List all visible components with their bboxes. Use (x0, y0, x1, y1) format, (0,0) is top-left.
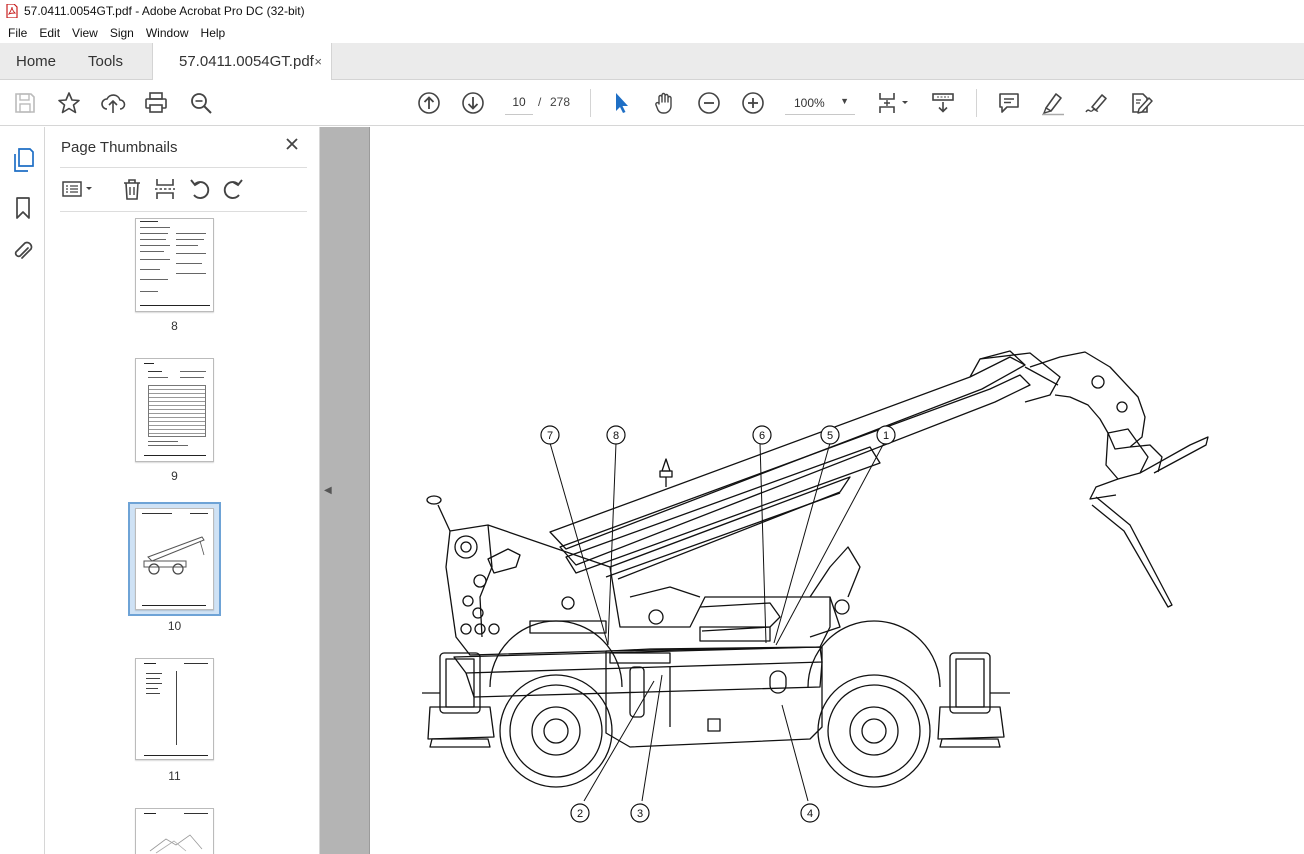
toolbar-divider (590, 89, 591, 117)
telehandler-drawing: 1 2 3 4 5 6 7 8 (422, 350, 1209, 823)
thumbnail-page-number: 10 (167, 619, 182, 633)
callout-3: 3 (637, 808, 643, 820)
callout-2: 2 (577, 808, 583, 820)
tab-document-label: 57.0411.0054GT.pdf (179, 53, 314, 70)
hand-icon[interactable] (652, 90, 678, 116)
upload-icon[interactable] (100, 90, 126, 116)
comment-icon[interactable] (996, 90, 1022, 116)
attachment-icon[interactable] (11, 239, 35, 265)
menu-view[interactable]: View (66, 26, 104, 40)
tab-bar: Home Tools 57.0411.0054GT.pdf × (0, 43, 1304, 80)
chevron-down-icon: ▼ (840, 96, 849, 106)
panel-title: Page Thumbnails (61, 139, 178, 156)
title-bar: 57.0411.0054GT.pdf - Adobe Acrobat Pro D… (0, 0, 1304, 22)
select-arrow-icon[interactable] (608, 90, 634, 116)
page-total: 278 (550, 95, 571, 109)
zoom-in-icon[interactable] (740, 90, 766, 116)
menu-help[interactable]: Help (195, 26, 232, 40)
thumbnail-page-number: 9 (171, 469, 178, 483)
close-panel-icon[interactable] (285, 137, 299, 151)
tab-tools[interactable]: Tools (88, 43, 123, 80)
thumbnail-page-number: 11 (168, 769, 181, 783)
page-thumbnail[interactable] (135, 508, 214, 610)
zoom-level-value: 100% (794, 96, 825, 110)
collapse-panel-icon[interactable]: ◀ (324, 485, 332, 496)
thumbnails-panel: Page Thumbnails 8 9 10 11 (45, 127, 357, 854)
page-thumbnail[interactable] (135, 808, 214, 854)
delete-page-icon[interactable] (120, 177, 144, 201)
options-menu-icon[interactable] (61, 177, 97, 201)
rotate-left-icon[interactable] (188, 177, 212, 201)
page-up-icon[interactable] (416, 90, 442, 116)
edit-pdf-icon[interactable] (1128, 90, 1154, 116)
callout-5: 5 (827, 430, 833, 442)
star-icon[interactable] (56, 90, 82, 116)
pdf-app-icon (6, 4, 18, 18)
zoom-out-icon[interactable] (696, 90, 722, 116)
page-thumbnail[interactable] (135, 218, 214, 312)
thumbnail-page-number: 8 (171, 319, 178, 333)
scroll-mode-icon[interactable] (930, 90, 956, 116)
print-icon[interactable] (143, 90, 169, 116)
toolbar-divider (976, 89, 977, 117)
panel-divider (60, 167, 307, 168)
tab-home[interactable]: Home (16, 43, 56, 80)
page-number-input[interactable] (505, 90, 533, 115)
zoom-level-dropdown[interactable]: 100% ▼ (785, 90, 855, 115)
pdf-page: 1 2 3 4 5 6 7 8 (369, 127, 1304, 854)
navigation-rail (0, 127, 45, 854)
highlight-icon[interactable] (1040, 90, 1066, 116)
document-viewport: ◀ 1 2 3 4 5 6 7 8 (320, 127, 1304, 854)
close-tab-icon[interactable]: × (314, 54, 322, 69)
menu-file[interactable]: File (2, 26, 33, 40)
callout-7: 7 (547, 430, 553, 442)
zoom-search-icon[interactable] (188, 90, 214, 116)
page-thumbnail[interactable] (135, 658, 214, 760)
tab-document[interactable]: 57.0411.0054GT.pdf × (152, 43, 332, 80)
thumbnail-list: 8 9 10 11 (45, 217, 320, 854)
page-separator: / (538, 95, 542, 109)
callout-1: 1 (883, 430, 889, 442)
menu-edit[interactable]: Edit (33, 26, 66, 40)
panel-divider (60, 211, 307, 212)
page-thumbnail[interactable] (135, 358, 214, 462)
bookmark-icon[interactable] (11, 195, 35, 221)
rotate-right-icon[interactable] (221, 177, 245, 201)
callout-6: 6 (759, 430, 765, 442)
save-icon[interactable] (12, 90, 38, 116)
sign-icon[interactable] (1084, 90, 1110, 116)
window-title: 57.0411.0054GT.pdf - Adobe Acrobat Pro D… (24, 4, 305, 18)
main-toolbar: / 278 100% ▼ (0, 80, 1304, 126)
callout-4: 4 (807, 808, 813, 820)
menu-window[interactable]: Window (140, 26, 195, 40)
menu-sign[interactable]: Sign (104, 26, 140, 40)
page-down-icon[interactable] (460, 90, 486, 116)
page-thumbnails-icon[interactable] (11, 147, 35, 173)
fit-page-icon[interactable] (876, 90, 912, 116)
menu-bar: File Edit View Sign Window Help (0, 22, 1304, 43)
callout-8: 8 (613, 430, 619, 442)
extract-pages-icon[interactable] (153, 177, 177, 201)
